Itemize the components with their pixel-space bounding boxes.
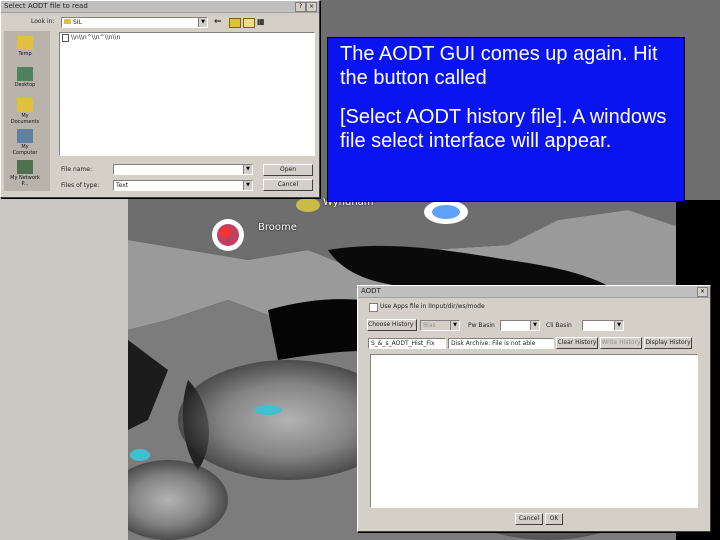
cli-basin-label: Cli Basin xyxy=(546,322,572,329)
note-line-2: [Select AODT history file]. A windows fi… xyxy=(340,106,667,152)
file-icon xyxy=(62,33,69,42)
new-folder-icon[interactable] xyxy=(243,18,255,28)
back-icon[interactable]: ⇐ xyxy=(214,17,224,27)
places-label: Desktop xyxy=(14,82,36,88)
filetype-value: Text xyxy=(116,182,129,189)
close-button[interactable]: × xyxy=(697,287,708,297)
options-checkbox[interactable] xyxy=(369,303,378,312)
places-item-network[interactable]: My Network P... xyxy=(10,160,40,187)
aodt-window: AODT × Use Apps file in IInput/dir/ws/mo… xyxy=(357,285,711,532)
places-item-documents[interactable]: My Documents xyxy=(10,98,40,125)
instruction-note: The AODT GUI comes up again. Hit the but… xyxy=(327,37,685,202)
chevron-down-icon: ▼ xyxy=(450,321,459,330)
places-bar: Temp Desktop My Documents My Computer My… xyxy=(4,31,50,191)
help-button[interactable]: ? xyxy=(295,2,306,12)
filetype-select[interactable]: Text ▼ xyxy=(113,180,253,191)
write-history-button[interactable]: Write History xyxy=(600,337,642,349)
open-button[interactable]: Open xyxy=(263,164,313,176)
chevron-down-icon: ▼ xyxy=(530,321,539,330)
up-folder-icon[interactable] xyxy=(229,18,241,28)
history-path-field[interactable]: S_&_s_AODT_Hist_Fix xyxy=(368,338,446,349)
file-list[interactable]: \\n\\n^\\n^\\n\\n xyxy=(59,32,315,156)
cancel-button[interactable]: Cancel xyxy=(263,179,313,191)
file-select-dialog: Select AODT file to read ? × Look in: SI… xyxy=(0,0,320,198)
filename-input[interactable]: ▼ xyxy=(113,164,253,175)
dialog-title: Select AODT file to read xyxy=(4,2,88,10)
places-item-temp[interactable]: Temp xyxy=(10,36,40,57)
cli-basin-select[interactable]: ▼ xyxy=(582,320,624,331)
folder-icon xyxy=(17,36,33,50)
look-in-value: SIL xyxy=(73,19,82,26)
chevron-down-icon: ▼ xyxy=(198,18,207,27)
places-item-desktop[interactable]: Desktop xyxy=(10,67,40,88)
places-label: My Documents xyxy=(10,113,40,125)
places-label: Temp xyxy=(18,51,32,57)
chevron-down-icon: ▼ xyxy=(243,165,252,174)
places-label: My Computer xyxy=(12,144,38,156)
ok-button[interactable]: OK xyxy=(545,513,563,525)
file-item-label: \\n\\n^\\n^\\n\\n xyxy=(71,34,121,41)
pw-basin-select[interactable]: ▼ xyxy=(500,320,540,331)
computer-icon xyxy=(17,129,33,143)
cancel-button[interactable]: Cancel xyxy=(515,513,543,525)
history-output-area[interactable] xyxy=(370,354,698,508)
aodt-title: AODT xyxy=(361,287,381,295)
bias-value: Bias xyxy=(423,322,436,329)
desktop-icon xyxy=(17,67,33,81)
dialog-title-bar: Select AODT file to read ? × xyxy=(1,1,319,13)
file-item[interactable]: \\n\\n^\\n^\\n\\n xyxy=(62,33,314,42)
filename-label: File name: xyxy=(61,166,92,173)
places-label: My Network P... xyxy=(10,175,40,187)
close-button[interactable]: × xyxy=(306,2,317,12)
filetype-label: Files of type: xyxy=(61,182,100,189)
note-line-1: The AODT GUI comes up again. Hit the but… xyxy=(340,43,658,89)
look-in-select[interactable]: SIL ▼ xyxy=(61,17,208,28)
network-icon xyxy=(17,160,33,174)
chevron-down-icon: ▼ xyxy=(614,321,623,330)
view-menu-icon[interactable]: ▦ xyxy=(257,17,267,27)
folder-icon xyxy=(64,19,71,24)
display-history-button[interactable]: Display History xyxy=(644,337,692,349)
pw-basin-label: Pw Basin xyxy=(468,322,495,329)
look-in-label: Look in: xyxy=(31,18,55,25)
chevron-down-icon: ▼ xyxy=(243,181,252,190)
choose-history-file-button[interactable]: Choose History File xyxy=(367,319,417,331)
checkbox-label: Use Apps file in IInput/dir/ws/mode xyxy=(380,303,485,310)
bias-select[interactable]: Bias ▼ xyxy=(420,320,460,331)
history-status-field: Disk Archive: File is not able xyxy=(448,338,554,349)
documents-icon xyxy=(17,98,33,112)
clear-history-button[interactable]: Clear History xyxy=(556,337,598,349)
aodt-title-bar: AODT × xyxy=(358,286,710,298)
place-label-broome: Broome xyxy=(258,222,297,233)
places-item-computer[interactable]: My Computer xyxy=(10,129,40,156)
